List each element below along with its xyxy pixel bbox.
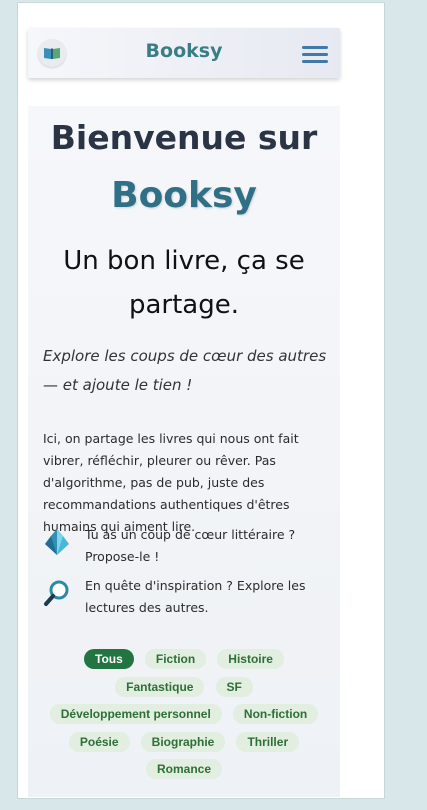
tag-poesie[interactable]: Poésie	[68, 731, 130, 752]
feature-explore: En quête d'inspiration ? Explore les lec…	[43, 575, 330, 619]
tag-fantastique[interactable]: Fantastique	[115, 676, 205, 697]
tag-biographie[interactable]: Biographie	[140, 731, 226, 752]
tag-sf[interactable]: SF	[215, 676, 253, 697]
navbar: Booksy	[28, 28, 340, 78]
tag-histoire[interactable]: Histoire	[217, 649, 284, 669]
tag-thriller[interactable]: Thriller	[236, 731, 300, 752]
tag-tous[interactable]: Tous	[84, 649, 134, 669]
hero-description: Ici, on partage les livres qui nous ont …	[43, 431, 299, 534]
tag-non-fiction[interactable]: Non-fiction	[232, 704, 319, 724]
brand-name[interactable]: Booksy	[28, 40, 340, 62]
hero-brand: Booksy	[111, 175, 257, 216]
hamburger-menu-icon[interactable]	[302, 46, 328, 64]
hero-tagline: Un bon livre, ça se partage.	[63, 246, 305, 320]
tag-romance[interactable]: Romance	[145, 759, 223, 779]
hero-title: Bienvenue sur	[50, 118, 318, 157]
feature-text: Tu as un coup de cœur littéraire ? Propo…	[85, 527, 296, 564]
genre-filter-tags: Tous Fiction Histoire Fantastique SF Dév…	[38, 644, 330, 782]
feature-propose: Tu as un coup de cœur littéraire ? Propo…	[43, 524, 330, 568]
hero-intro: Explore les coups de cœur des autres — e…	[43, 347, 327, 394]
magnifier-icon	[43, 579, 71, 607]
crystal-icon	[43, 528, 71, 556]
tag-developpement-personnel[interactable]: Développement personnel	[49, 704, 222, 724]
tag-fiction[interactable]: Fiction	[144, 649, 207, 669]
feature-text: En quête d'inspiration ? Explore les lec…	[85, 578, 306, 615]
hero-section: Bienvenue sur Booksy Un bon livre, ça se…	[28, 106, 340, 797]
